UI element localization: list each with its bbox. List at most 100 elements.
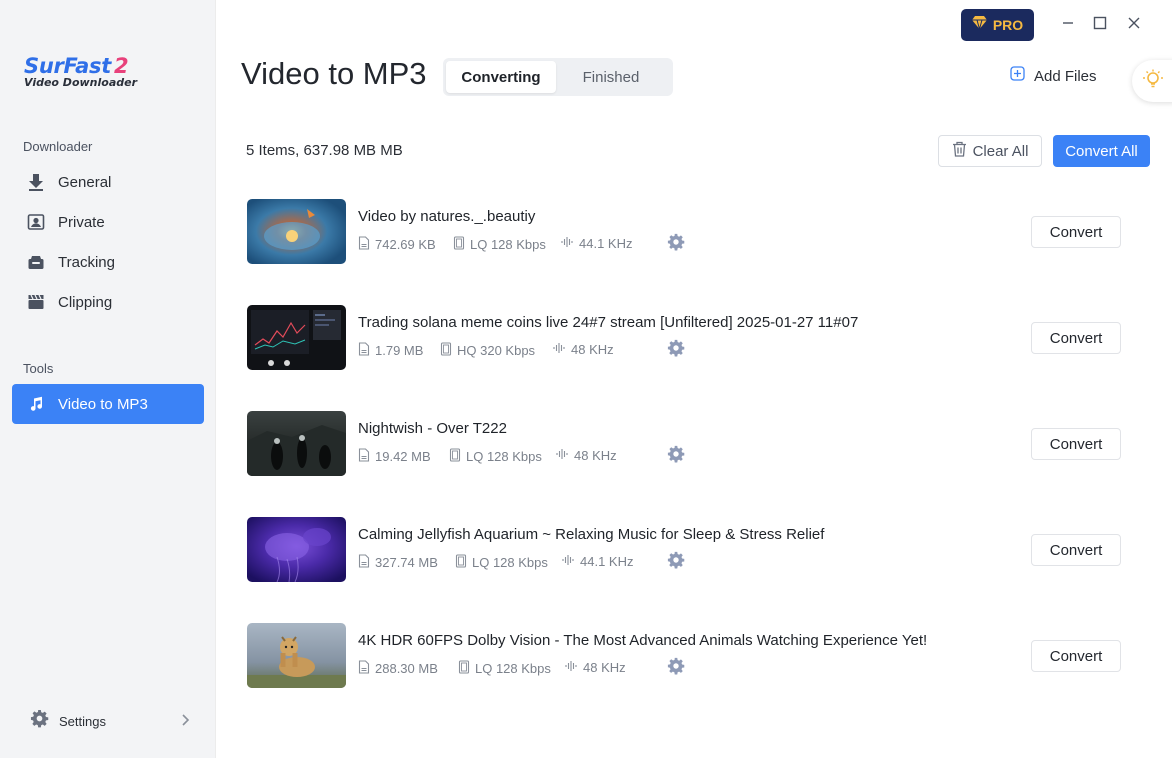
file-icon <box>358 448 370 465</box>
sample-rate: 48 KHz <box>553 342 614 357</box>
diamond-icon <box>971 16 987 34</box>
convert-all-button[interactable]: Convert All <box>1053 135 1150 167</box>
convert-button[interactable]: Convert <box>1031 640 1121 672</box>
tab-finished[interactable]: Finished <box>556 61 666 93</box>
quality-file-icon <box>455 554 467 571</box>
audio-quality: LQ 128 Kbps <box>458 660 551 677</box>
video-title: Calming Jellyfish Aquarium ~ Relaxing Mu… <box>358 526 825 543</box>
sidebar-item-label: Clipping <box>58 293 113 311</box>
file-icon <box>358 342 370 359</box>
sample-rate-value: 44.1 KHz <box>579 236 633 251</box>
minimize-icon <box>1061 16 1075 35</box>
tips-button[interactable] <box>1132 60 1172 102</box>
sidebar-item-label: Video to MP3 <box>58 395 148 413</box>
file-icon <box>358 660 370 677</box>
video-thumbnail <box>247 199 346 264</box>
convert-button[interactable]: Convert <box>1031 322 1121 354</box>
file-size-value: 288.30 MB <box>375 661 438 676</box>
download-arrow-icon <box>12 173 58 191</box>
audio-quality-value: LQ 128 Kbps <box>475 661 551 676</box>
minimize-button[interactable] <box>1057 14 1079 36</box>
sidebar-item-tracking[interactable]: Tracking <box>12 242 204 282</box>
video-title: Nightwish - Over T222 <box>358 420 507 437</box>
video-thumbnail <box>247 305 346 370</box>
file-size: 327.74 MB <box>358 554 438 571</box>
sidebar-item-general[interactable]: General <box>12 162 204 202</box>
file-size-value: 742.69 KB <box>375 237 436 252</box>
logo-version: 2 <box>113 54 129 78</box>
list-item: 4K HDR 60FPS Dolby Vision - The Most Adv… <box>247 623 1137 689</box>
waveform-icon <box>553 342 566 357</box>
sample-rate-value: 48 KHz <box>574 448 617 463</box>
convert-button[interactable]: Convert <box>1031 428 1121 460</box>
video-thumbnail <box>247 623 346 688</box>
tracking-icon <box>12 253 58 271</box>
video-thumbnail <box>247 517 346 582</box>
file-size: 1.79 MB <box>358 342 423 359</box>
sidebar: SurFast 2 Video Downloader Downloader Gen… <box>0 0 216 758</box>
sample-rate-value: 48 KHz <box>583 660 626 675</box>
maximize-button[interactable] <box>1089 14 1111 36</box>
trash-icon <box>952 141 967 162</box>
audio-quality: HQ 320 Kbps <box>440 342 535 359</box>
video-title: Video by natures._.beautiy <box>358 208 536 225</box>
sidebar-item-video-to-mp3[interactable]: Video to MP3 <box>12 384 204 424</box>
downloader-section-label: Downloader <box>23 139 93 154</box>
file-size-value: 1.79 MB <box>375 343 424 358</box>
list-item: Calming Jellyfish Aquarium ~ Relaxing Mu… <box>247 517 1137 583</box>
close-button[interactable] <box>1123 14 1145 36</box>
quality-file-icon <box>458 660 470 677</box>
gear-icon[interactable] <box>667 445 685 468</box>
list-item: Video by natures._.beautiy 742.69 KB LQ … <box>247 199 1137 265</box>
clear-all-button[interactable]: Clear All <box>938 135 1042 167</box>
file-size-value: 19.42 MB <box>375 449 431 464</box>
gear-icon[interactable] <box>667 339 685 362</box>
page-title: Video to MP3 <box>241 56 427 91</box>
add-files-label: Add Files <box>1034 67 1097 85</box>
sidebar-item-label: Private <box>58 213 105 231</box>
file-icon <box>358 236 370 253</box>
clapperboard-icon <box>12 293 58 311</box>
convert-button[interactable]: Convert <box>1031 216 1121 248</box>
audio-quality: LQ 128 Kbps <box>449 448 542 465</box>
settings-label: Settings <box>59 713 106 729</box>
sidebar-item-private[interactable]: Private <box>12 202 204 242</box>
gear-icon[interactable] <box>667 657 685 680</box>
waveform-icon <box>562 554 575 569</box>
add-file-icon <box>1010 66 1025 86</box>
items-summary: 5 Items, 637.98 MB MB <box>246 142 403 159</box>
audio-quality: LQ 128 Kbps <box>453 236 546 253</box>
waveform-icon <box>561 236 574 251</box>
video-title: 4K HDR 60FPS Dolby Vision - The Most Adv… <box>358 632 928 649</box>
gear-icon[interactable] <box>667 551 685 574</box>
sidebar-item-label: General <box>58 173 112 191</box>
audio-quality-value: LQ 128 Kbps <box>466 449 542 464</box>
pro-label: PRO <box>992 17 1024 33</box>
tab-converting[interactable]: Converting <box>446 61 556 93</box>
app-logo: SurFast 2 Video Downloader <box>24 54 137 89</box>
file-icon <box>358 554 370 571</box>
video-title: Trading solana meme coins live 24#7 stre… <box>358 314 859 331</box>
file-size: 288.30 MB <box>358 660 438 677</box>
add-files-button[interactable]: Add Files <box>1010 66 1097 86</box>
logo-name: SurFast <box>24 54 111 78</box>
quality-file-icon <box>440 342 452 359</box>
convert-all-label: Convert All <box>1065 142 1138 160</box>
status-tabs: Converting Finished <box>443 58 673 96</box>
file-size-value: 327.74 MB <box>375 555 438 570</box>
list-item: Nightwish - Over T222 19.42 MB LQ 128 Kb… <box>247 411 1137 477</box>
file-size: 742.69 KB <box>358 236 436 253</box>
audio-quality: LQ 128 Kbps <box>455 554 548 571</box>
file-size: 19.42 MB <box>358 448 431 465</box>
sidebar-item-label: Tracking <box>58 253 115 271</box>
close-icon <box>1127 16 1141 35</box>
pro-upgrade-button[interactable]: PRO <box>961 9 1034 41</box>
sample-rate: 44.1 KHz <box>562 554 633 569</box>
settings-button[interactable]: Settings <box>30 709 190 732</box>
convert-button[interactable]: Convert <box>1031 534 1121 566</box>
sample-rate-value: 44.1 KHz <box>580 554 634 569</box>
sidebar-item-clipping[interactable]: Clipping <box>12 282 204 322</box>
sample-rate-value: 48 KHz <box>571 342 614 357</box>
logo-subtitle: Video Downloader <box>24 76 138 89</box>
gear-icon[interactable] <box>667 233 685 256</box>
